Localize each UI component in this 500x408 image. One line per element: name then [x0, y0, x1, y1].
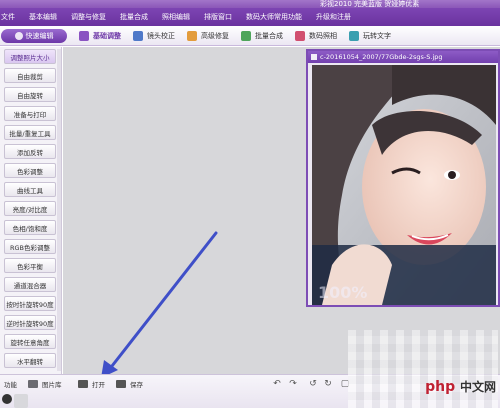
tab-text-label: 玩转文字	[363, 31, 391, 40]
sidebar-item-rotate-ccw-90[interactable]: 逆时针旋转90度	[4, 315, 56, 330]
open-button[interactable]: 打开	[78, 379, 105, 389]
tab-batch-compose-label: 批量合成	[255, 31, 283, 40]
open-icon	[78, 380, 88, 388]
sidebar-item-batch-tool[interactable]: 批量/重复工具	[4, 125, 56, 140]
tab-lens-correct-label: 镜头校正	[147, 31, 175, 40]
sidebar-item-hue-saturation[interactable]: 色相/饱和度	[4, 220, 56, 235]
batch-icon	[241, 30, 251, 41]
sidebar-item-color-balance[interactable]: 色彩平衡	[4, 258, 56, 273]
sidebar-scrollbar[interactable]	[57, 49, 61, 371]
title-bar: 彩视2010 完美蓝版 贺娅婷优素	[0, 0, 500, 8]
watermark-mosaic	[348, 330, 498, 408]
text-icon	[349, 30, 359, 41]
redo-icon[interactable]: ↷	[288, 379, 298, 389]
rotate-right-icon[interactable]: ↻	[323, 379, 333, 389]
watermark-brand: php	[425, 379, 456, 395]
sidebar-item-rgb-adjust[interactable]: RGB色彩调整	[4, 239, 56, 254]
toolbar: 快速编辑 基础调整 镜头校正 高级修复 批量合成 数码照相 玩转文字	[0, 26, 500, 46]
watermark-site: 中文网	[459, 380, 496, 394]
menu-bar: 文件 基本编辑 调整与修复 批量合成 照相编辑 排版窗口 数码大师常用功能 升级…	[0, 8, 500, 26]
sidebar-item-resize[interactable]: 调整照片大小	[4, 49, 56, 64]
lens-icon	[133, 30, 143, 41]
rotate-left-icon[interactable]: ↺	[308, 379, 318, 389]
undo-icon[interactable]: ↶	[272, 379, 282, 389]
quick-edit-button[interactable]: 快速编辑	[1, 28, 67, 43]
tab-basic-adjust-label: 基础调整	[93, 31, 121, 40]
tab-basic-adjust[interactable]: 基础调整	[79, 30, 121, 41]
sidebar-item-print[interactable]: 准备与打印	[4, 106, 56, 121]
tab-lens-correct[interactable]: 镜头校正	[133, 30, 175, 41]
sidebar-item-invert[interactable]: 添加反转	[4, 144, 56, 159]
menu-common-functions[interactable]: 数码大师常用功能	[239, 12, 309, 22]
adjust-icon	[79, 30, 89, 41]
menu-layout-window[interactable]: 排版窗口	[197, 12, 239, 22]
sidebar-item-free-crop[interactable]: 自由裁剪	[4, 68, 56, 83]
library-icon	[28, 380, 38, 388]
site-watermark: php 中文网	[425, 378, 496, 395]
image-window[interactable]: c-20161054_2007/77Gbde-2sgs-S.jpg 100%	[306, 49, 500, 307]
library-button[interactable]: 图片库	[28, 379, 62, 389]
portrait-photo	[312, 65, 496, 305]
repair-icon	[187, 30, 197, 41]
function-sidebar: 调整照片大小 自由裁剪 自由旋转 准备与打印 批量/重复工具 添加反转 色彩调整…	[0, 47, 62, 374]
menu-photo-edit[interactable]: 照相编辑	[155, 12, 197, 22]
tab-advanced-repair-label: 高级修复	[201, 31, 229, 40]
save-button[interactable]: 保存	[116, 379, 143, 389]
sidebar-item-curves[interactable]: 曲线工具	[4, 182, 56, 197]
save-icon	[116, 380, 126, 388]
taskbar-button[interactable]	[14, 394, 28, 408]
tab-text[interactable]: 玩转文字	[349, 30, 391, 41]
menu-batch[interactable]: 批量合成	[113, 12, 155, 22]
sidebar-item-channel-mixer[interactable]: 通道混合器	[4, 277, 56, 292]
photo-preview: 100%	[312, 65, 496, 305]
open-label: 打开	[92, 381, 105, 389]
quick-edit-icon	[14, 31, 23, 40]
image-file-icon	[311, 54, 317, 60]
camera-icon	[295, 30, 305, 41]
tab-digital-photo-label: 数码照相	[309, 31, 337, 40]
sidebar-item-brightness-contrast[interactable]: 亮度/对比度	[4, 201, 56, 216]
menu-adjust-repair[interactable]: 调整与修复	[64, 12, 113, 22]
image-window-title: c-20161054_2007/77Gbde-2sgs-S.jpg	[320, 53, 443, 61]
sidebar-item-color-adjust[interactable]: 色彩调整	[4, 163, 56, 178]
tab-batch-compose[interactable]: 批量合成	[241, 30, 283, 41]
menu-file[interactable]: 文件	[0, 12, 22, 22]
library-label: 图片库	[42, 381, 62, 389]
menu-upgrade-register[interactable]: 升级和注册	[309, 12, 358, 22]
function-label: 功能	[4, 381, 17, 389]
menu-basic-edit[interactable]: 基本编辑	[22, 12, 64, 22]
taskbar-icon[interactable]	[2, 394, 12, 404]
function-button[interactable]: 功能	[4, 379, 17, 389]
save-label: 保存	[130, 381, 143, 389]
zoom-level: 100%	[318, 283, 368, 302]
sidebar-item-free-rotate[interactable]: 自由旋转	[4, 87, 56, 102]
tab-advanced-repair[interactable]: 高级修复	[187, 30, 229, 41]
sidebar-item-rotate-cw-90[interactable]: 按时针旋转90度	[4, 296, 56, 311]
sidebar-item-rotate-any[interactable]: 旋转任意角度	[4, 334, 56, 349]
tab-digital-photo[interactable]: 数码照相	[295, 30, 337, 41]
image-window-titlebar[interactable]: c-20161054_2007/77Gbde-2sgs-S.jpg	[308, 51, 498, 63]
sidebar-item-flip-horizontal[interactable]: 水平翻转	[4, 353, 56, 368]
quick-edit-label: 快速编辑	[25, 31, 54, 40]
